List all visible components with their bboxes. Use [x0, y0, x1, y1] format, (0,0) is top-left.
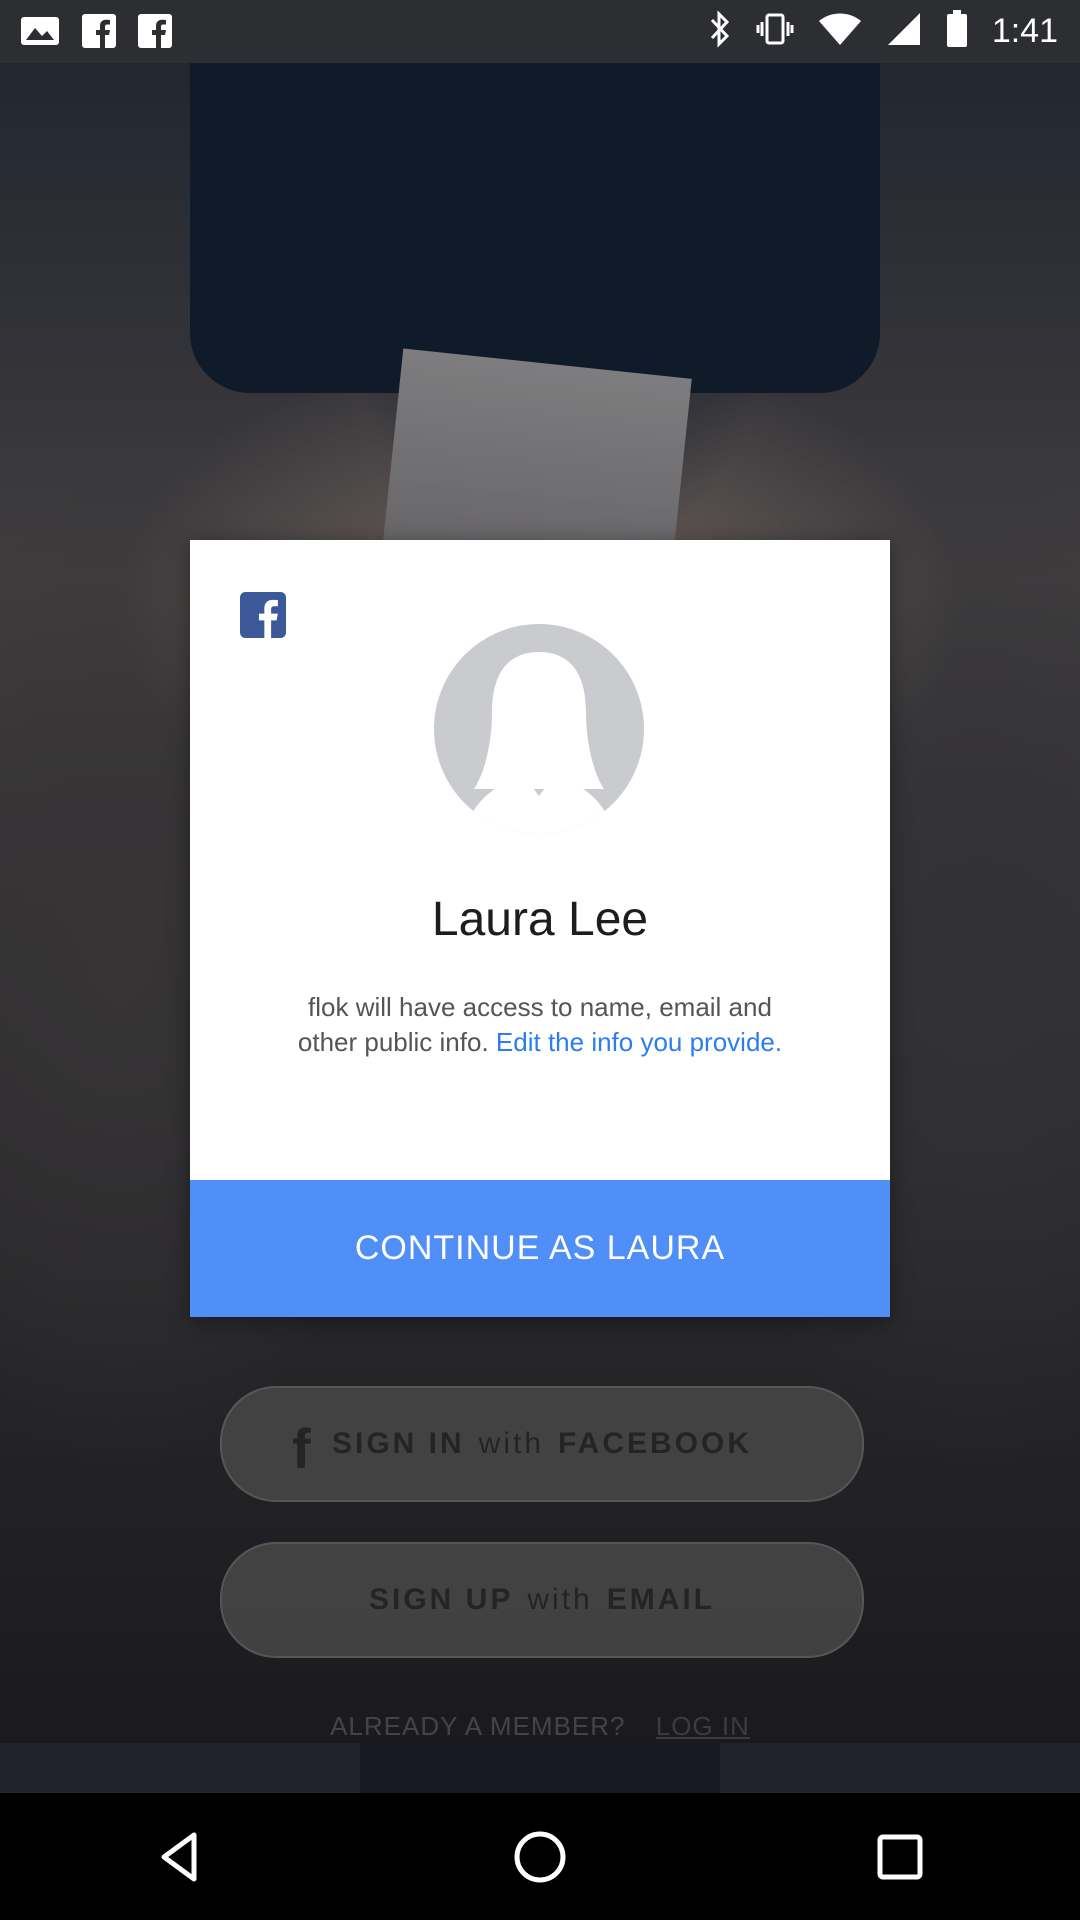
battery-icon	[946, 10, 968, 53]
facebook-login-dialog: Laura Lee flok will have access to name,…	[190, 540, 890, 1317]
clock: 1:41	[991, 12, 1058, 50]
edit-info-link[interactable]: Edit the info you provide.	[496, 1027, 782, 1057]
access-description: flok will have access to name, email and…	[297, 992, 783, 1057]
recents-icon[interactable]	[840, 1817, 960, 1897]
navigation-bar	[0, 1793, 1080, 1920]
default-avatar-icon	[434, 624, 644, 834]
facebook-icon	[240, 592, 286, 638]
back-icon[interactable]	[120, 1817, 240, 1897]
bluetooth-icon	[708, 10, 732, 53]
facebook-icon	[82, 14, 116, 53]
continue-button[interactable]: CONTINUE AS LAURA	[190, 1180, 890, 1317]
wifi-icon	[818, 11, 862, 52]
signal-icon	[886, 11, 922, 52]
home-icon[interactable]	[480, 1817, 600, 1897]
facebook-icon	[138, 14, 172, 53]
status-bar: 1:41	[0, 0, 1080, 63]
vibrate-icon	[756, 10, 794, 53]
user-name: Laura Lee	[431, 893, 649, 946]
gallery-icon	[20, 16, 60, 51]
